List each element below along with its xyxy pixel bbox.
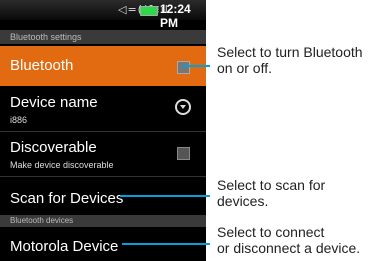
bluetooth-label: Bluetooth — [10, 57, 74, 74]
callout-line: or disconnect a device. — [217, 240, 361, 256]
scan-for-devices-label: Scan for Devices — [10, 190, 124, 207]
callout-line: Select to scan for — [217, 177, 326, 193]
callout-leader-line — [120, 195, 210, 197]
chevron-down-icon[interactable] — [175, 99, 191, 115]
device-name-row[interactable]: Device name i886 — [0, 87, 206, 131]
callout-leader-line — [182, 65, 210, 67]
status-bar: ◁=((1⁝ıl 12:24 PM — [0, 0, 206, 30]
section-header-bluetooth-settings: Bluetooth settings — [0, 30, 206, 44]
callout-bluetooth: Select to turn Bluetooth on or off. — [217, 44, 363, 76]
bluetooth-checkbox[interactable] — [177, 61, 190, 74]
bluetooth-toggle-row[interactable]: Bluetooth — [0, 46, 206, 86]
discoverable-label: Discoverable — [10, 139, 97, 156]
paired-device-label: Motorola Device — [10, 238, 119, 255]
callout-scan: Select to scan for devices. — [217, 177, 325, 209]
callout-line: Select to turn Bluetooth — [217, 44, 363, 60]
discoverable-checkbox[interactable] — [177, 147, 190, 160]
callout-leader-line — [122, 243, 210, 245]
status-time: 12:24 PM — [160, 2, 191, 30]
device-name-label: Device name — [10, 94, 98, 111]
phone-screen: ◁=((1⁝ıl 12:24 PM Bluetooth settings Blu… — [0, 0, 206, 261]
callout-line: devices. — [217, 193, 269, 209]
discoverable-sublabel: Make device discoverable — [10, 160, 114, 170]
device-name-value: i886 — [10, 115, 28, 125]
battery-icon — [140, 6, 158, 16]
section-header-bluetooth-devices: Bluetooth devices — [0, 215, 206, 227]
callout-line: Select to connect — [217, 224, 325, 240]
callout-line: on or off. — [217, 60, 273, 76]
discoverable-row[interactable]: Discoverable Make device discoverable — [0, 132, 206, 176]
callout-connect: Select to connect or disconnect a device… — [217, 224, 360, 256]
